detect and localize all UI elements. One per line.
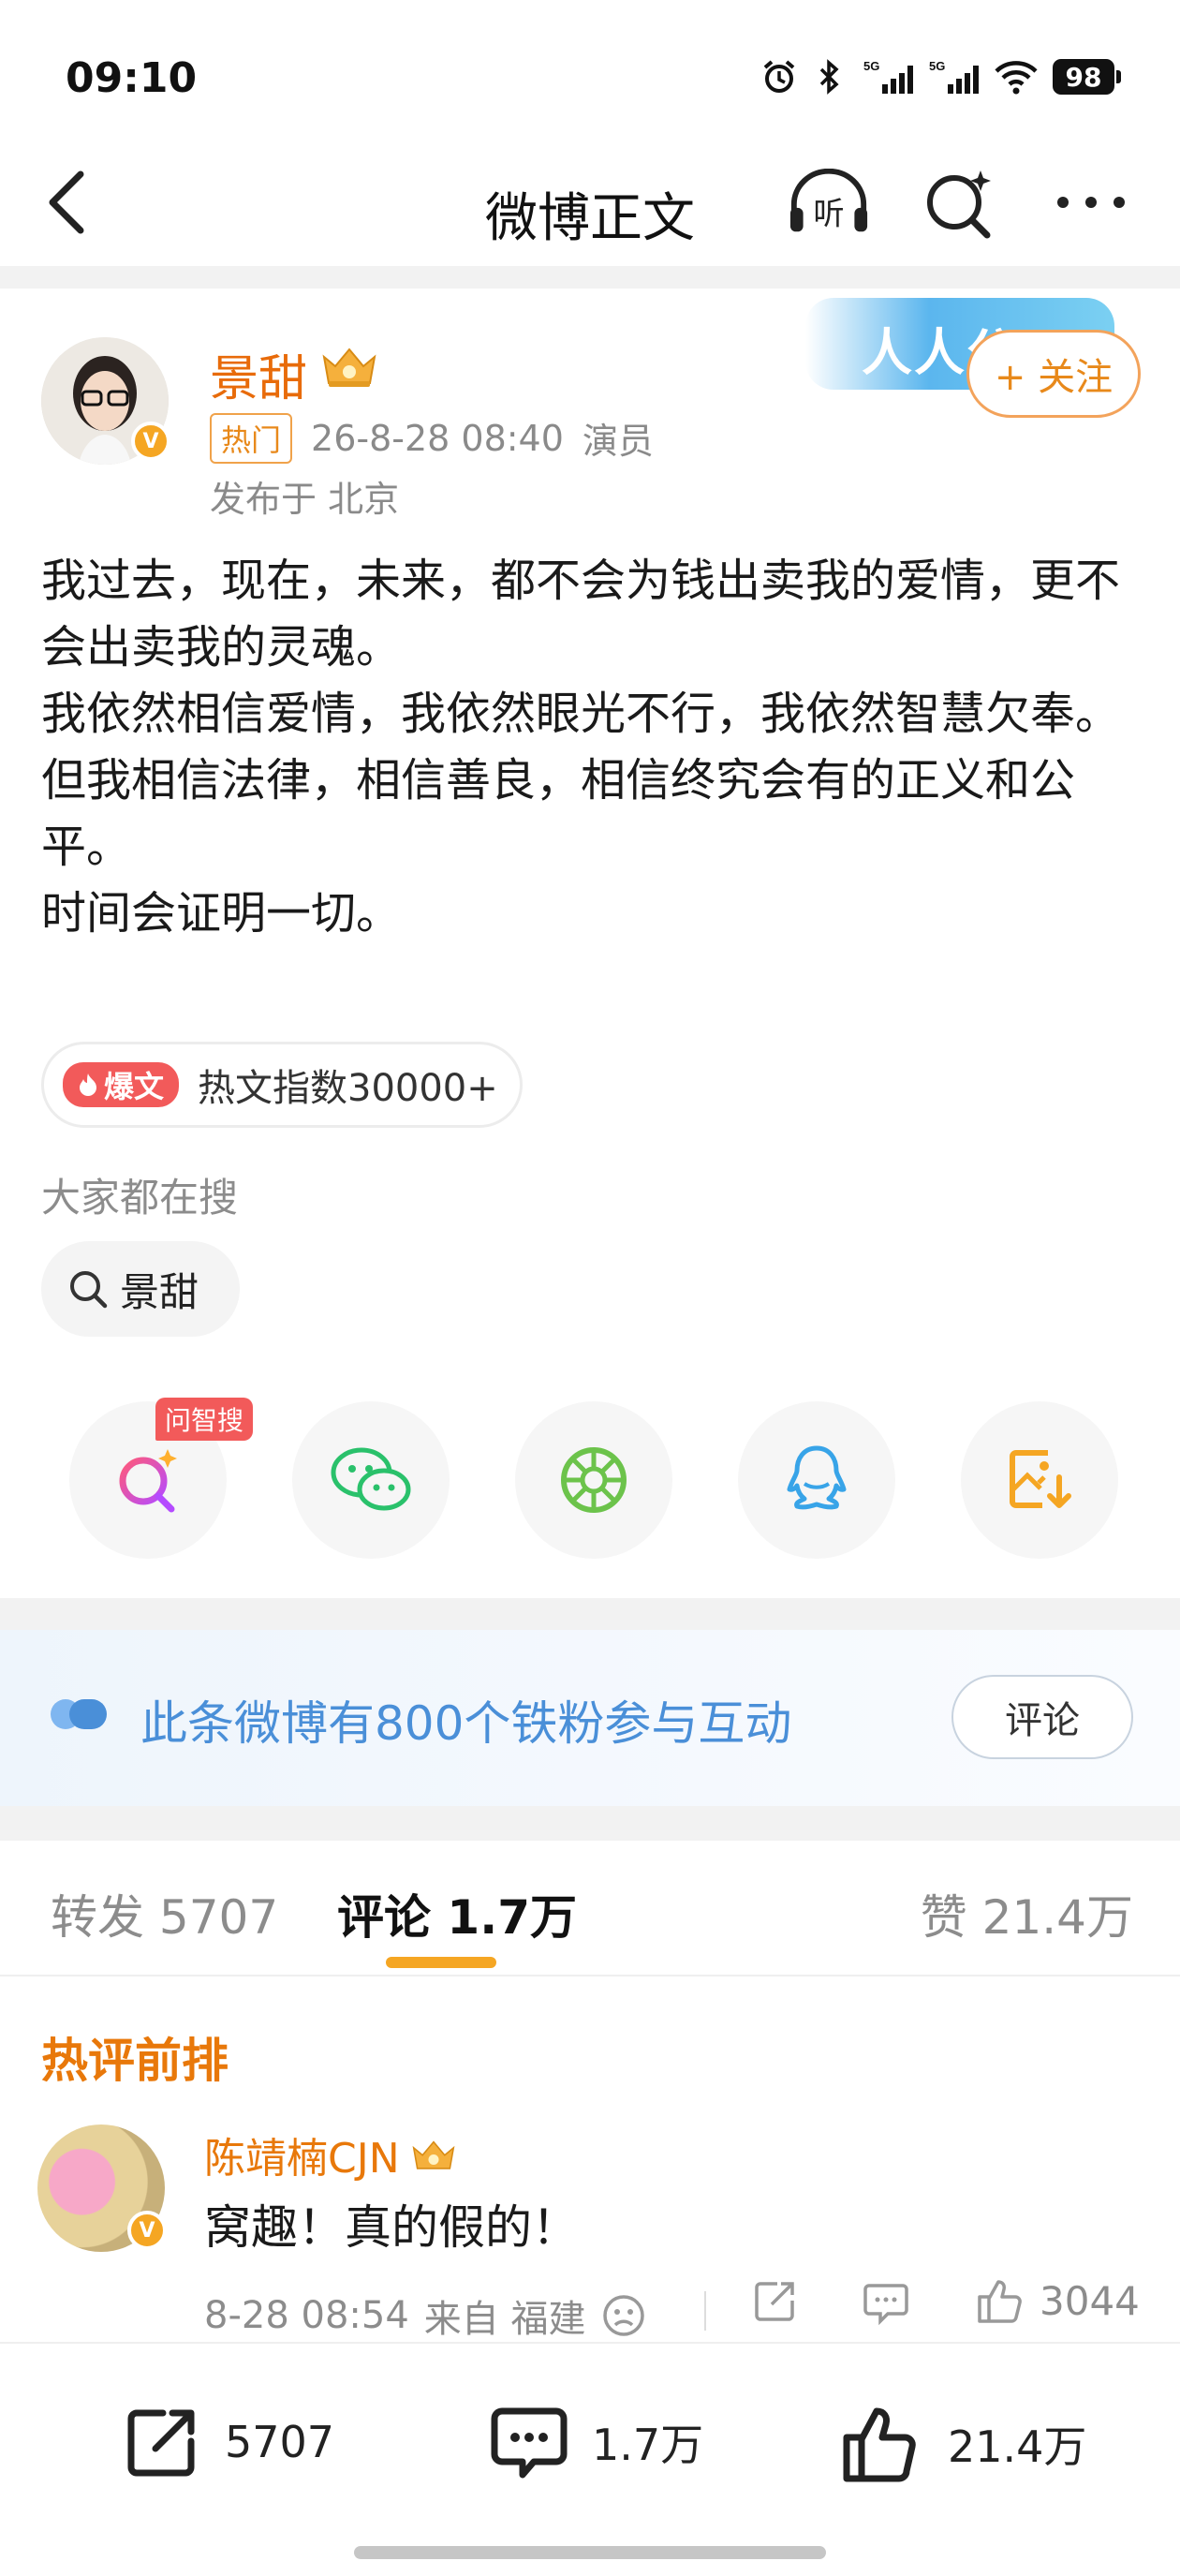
tab-like[interactable]: 赞 21.4万 — [921, 1880, 1133, 1947]
share-wechat-button[interactable] — [292, 1401, 450, 1559]
post-time: 26-8-28 08:40 — [311, 417, 564, 459]
status-bar: 09:10 5G 5G 98 — [0, 0, 1180, 141]
tab-repost[interactable]: 转发 5707 — [51, 1880, 278, 1947]
moments-icon — [561, 1447, 627, 1513]
like-count: 21.4万 — [948, 2421, 1087, 2472]
comment-time: 8-28 08:54 — [204, 2294, 409, 2337]
repost-icon[interactable] — [749, 2274, 802, 2327]
share-qq-button[interactable] — [738, 1401, 895, 1559]
fan-comment-button[interactable]: 评论 — [951, 1675, 1133, 1759]
hot-comments-heading: 热评前排 — [41, 2034, 229, 2088]
status-icons: 5G 5G 98 — [760, 58, 1121, 96]
baowen-badge: 爆文 — [63, 1062, 180, 1107]
author-avatar[interactable]: V — [41, 337, 170, 465]
comment-text: 窝趣！真的假的！ — [204, 2200, 579, 2255]
fans-icon — [51, 1699, 107, 1729]
bottom-action-bar: 5707 1.7万 21.4万 — [0, 2342, 1180, 2576]
search-button[interactable] — [918, 165, 1002, 240]
status-time: 09:10 — [66, 54, 198, 102]
comment-button[interactable]: 1.7万 — [487, 2400, 703, 2484]
comment-like-count: 3044 — [1040, 2277, 1140, 2324]
search-chip[interactable]: 景甜 — [41, 1241, 240, 1337]
comment-avatar[interactable]: V — [37, 2124, 167, 2252]
search-chip-label: 景甜 — [120, 1268, 199, 1315]
svg-text:5G: 5G — [863, 59, 879, 73]
flame-icon — [80, 1073, 96, 1096]
post-paragraph: 我过去，现在，未来，都不会为钱出卖我的爱情，更不会出卖我的灵魂。 — [41, 555, 1121, 674]
ask-ai-search-button[interactable]: 问智搜 — [69, 1398, 254, 1559]
active-tab-indicator — [386, 1957, 496, 1968]
comment-count: 1.7万 — [592, 2420, 704, 2470]
ai-search-icon — [119, 1449, 177, 1513]
repost-count: 5707 — [225, 2417, 335, 2467]
battery-indicator: 98 — [1053, 59, 1121, 95]
post-source: 演员 — [582, 421, 654, 462]
hot-tag: 热门 — [210, 412, 293, 464]
svg-text:5G: 5G — [929, 59, 945, 73]
share-moments-button[interactable] — [515, 1401, 672, 1559]
post-location: 发布于 北京 — [210, 479, 400, 520]
bluetooth-icon — [811, 58, 848, 96]
repost-icon — [127, 2409, 195, 2477]
alarm-icon — [760, 58, 798, 96]
search-icon — [70, 1271, 108, 1309]
home-indicator[interactable] — [354, 2546, 826, 2559]
signal-5g-icon: 5G — [862, 58, 914, 96]
trending-search-title: 大家都在搜 — [41, 1175, 239, 1221]
tab-comment[interactable]: 评论 1.7万 — [337, 1880, 577, 1947]
post-paragraph: 但我相信法律，相信善良，相信终究会有的正义和公平。 — [41, 754, 1076, 873]
wifi-icon — [993, 58, 1040, 96]
comment-icon — [491, 2407, 568, 2479]
post-meta: 热门 26-8-28 08:40 演员 — [210, 412, 654, 464]
comment-reply-action — [860, 2274, 912, 2327]
comment-icon[interactable] — [860, 2274, 912, 2327]
comment-author[interactable]: 陈靖楠CJN — [204, 2124, 458, 2184]
more-button[interactable] — [1049, 165, 1133, 240]
fan-banner-text: 此条微博有800个铁粉参与互动 — [140, 1696, 792, 1751]
verified-badge-icon: V — [127, 2211, 167, 2250]
headphones-listen-icon: 听 — [789, 169, 868, 231]
save-image-icon — [1010, 1450, 1071, 1508]
author-name[interactable]: 景甜 — [210, 339, 307, 409]
comment-like-action[interactable]: 3044 — [974, 2274, 1140, 2327]
follow-button[interactable]: + 关注 — [966, 330, 1141, 418]
sad-face-icon[interactable] — [601, 2293, 646, 2338]
comment-author-name: 陈靖楠CJN — [204, 2135, 400, 2183]
zhisou-badge: 问智搜 — [155, 1398, 254, 1441]
divider — [704, 2291, 706, 2331]
svg-text:听: 听 — [813, 195, 844, 231]
nav-bar: 微博正文 听 — [0, 141, 1180, 266]
crown-badge-icon — [322, 348, 376, 387]
qq-icon — [787, 1445, 847, 1510]
more-icon — [1057, 197, 1125, 208]
comment-meta: 8-28 08:54 来自 福建 — [204, 2288, 646, 2343]
interaction-tabs: 转发 5707 评论 1.7万 赞 21.4万 — [0, 1841, 1180, 1976]
hot-index-text: 热文指数30000+ — [198, 1067, 498, 1110]
post-content: 我过去，现在，未来，都不会为钱出卖我的爱情，更不会出卖我的灵魂。 我依然相信爱情… — [41, 548, 1146, 947]
search-sparkle-icon — [927, 170, 991, 239]
thumbs-up-icon — [843, 2407, 916, 2482]
fan-interaction-banner: 此条微博有800个铁粉参与互动 评论 — [0, 1630, 1180, 1806]
repost-button[interactable]: 5707 — [120, 2400, 334, 2484]
baowen-label: 爆文 — [104, 1069, 165, 1104]
listen-button[interactable]: 听 — [787, 165, 871, 240]
comment-actions — [749, 2274, 802, 2327]
like-button[interactable]: 21.4万 — [839, 2400, 1086, 2488]
save-image-button[interactable] — [961, 1401, 1118, 1559]
signal-5g-icon-2: 5G — [927, 58, 980, 96]
comment-location: 来自 福建 — [423, 2298, 586, 2341]
divider — [0, 266, 1180, 289]
post-paragraph: 时间会证明一切。 — [41, 887, 402, 940]
post-paragraph: 我依然相信爱情，我依然眼光不行，我依然智慧欠奉。 — [41, 688, 1121, 740]
crown-badge-icon — [412, 2140, 455, 2169]
thumbs-up-icon — [978, 2280, 1022, 2323]
share-row: 问智搜 — [69, 1398, 1118, 1559]
divider — [0, 1598, 1180, 1630]
verified-badge-icon: V — [131, 422, 170, 461]
page-title: 微博正文 — [485, 188, 695, 249]
divider — [0, 1806, 1180, 1841]
hot-index-pill[interactable]: 爆文 热文指数30000+ — [41, 1042, 523, 1128]
wechat-icon — [331, 1447, 411, 1511]
